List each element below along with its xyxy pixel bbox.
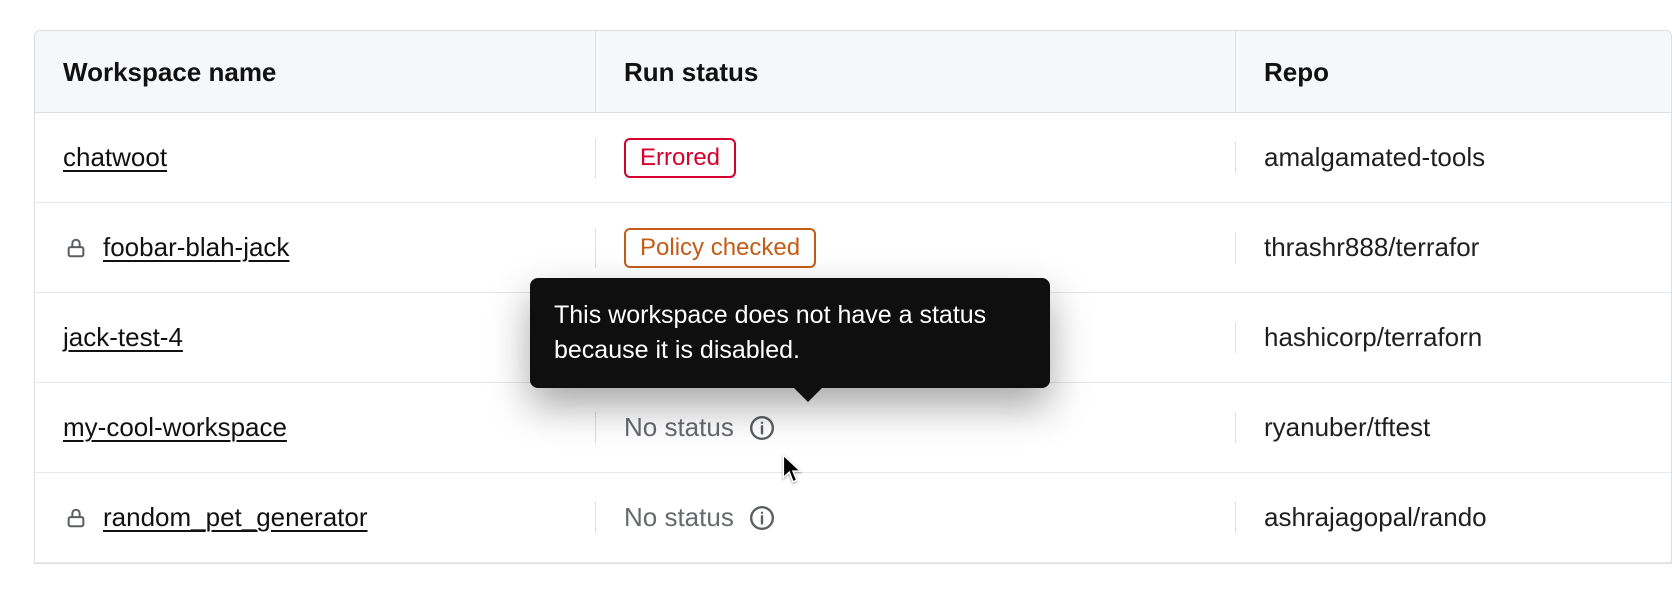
workspace-link[interactable]: chatwoot xyxy=(63,142,167,173)
col-header-repo[interactable]: Repo xyxy=(1235,31,1671,112)
repo-text: amalgamated-tools xyxy=(1235,142,1671,173)
workspace-link[interactable]: jack-test-4 xyxy=(63,322,183,353)
repo-text: thrashr888/terrafor xyxy=(1235,232,1671,263)
table-row: random_pet_generator No status ashrajago… xyxy=(35,473,1671,563)
status-badge: Policy checked xyxy=(624,228,816,268)
tooltip: This workspace does not have a status be… xyxy=(530,278,1050,388)
lock-icon xyxy=(63,505,89,531)
workspaces-table: Workspace name Run status Repo chatwoot … xyxy=(34,30,1672,564)
lock-icon xyxy=(63,235,89,261)
status-text: No status xyxy=(624,502,734,533)
col-header-name[interactable]: Workspace name xyxy=(35,31,595,112)
repo-text: hashicorp/terraforn xyxy=(1235,322,1671,353)
table-row: my-cool-workspace This workspace does no… xyxy=(35,383,1671,473)
col-header-status[interactable]: Run status xyxy=(595,31,1235,112)
workspace-link[interactable]: random_pet_generator xyxy=(103,502,368,533)
workspace-link[interactable]: my-cool-workspace xyxy=(63,412,287,443)
workspace-link[interactable]: foobar-blah-jack xyxy=(103,232,289,263)
status-text: No status xyxy=(624,412,734,443)
table-header: Workspace name Run status Repo xyxy=(35,31,1671,113)
status-badge: Errored xyxy=(624,138,736,178)
info-icon[interactable] xyxy=(748,414,776,442)
repo-text: ryanuber/tftest xyxy=(1235,412,1671,443)
table-row: chatwoot Errored amalgamated-tools xyxy=(35,113,1671,203)
repo-text: ashrajagopal/rando xyxy=(1235,502,1671,533)
info-icon[interactable] xyxy=(748,504,776,532)
